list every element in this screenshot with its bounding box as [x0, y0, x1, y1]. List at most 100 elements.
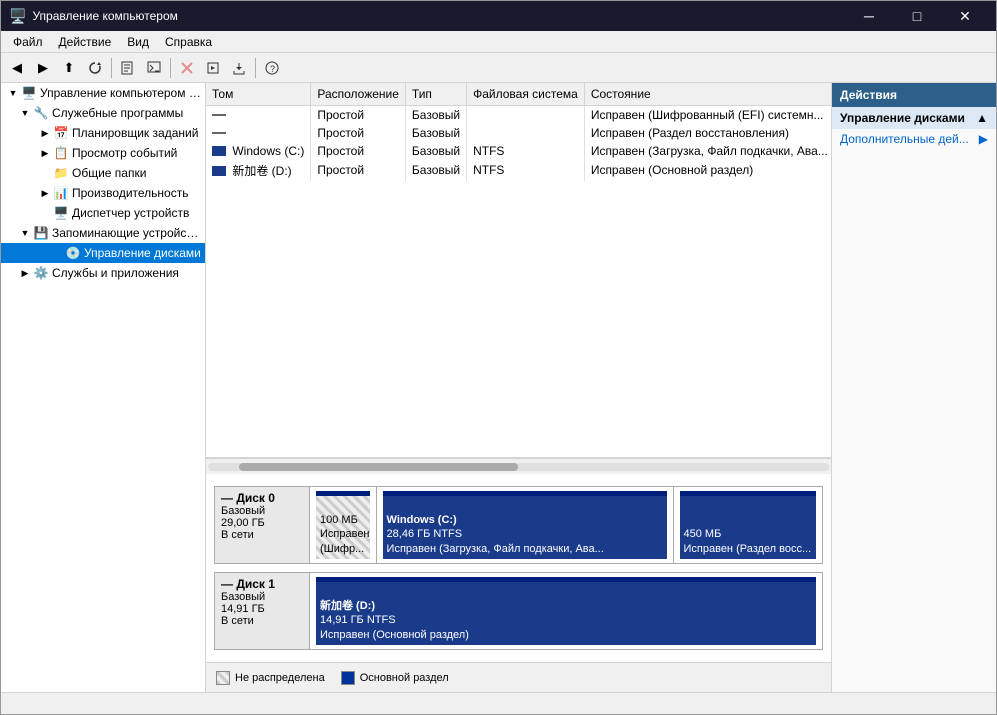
utilities-label: Служебные программы	[52, 106, 183, 120]
actions-section-label: Управление дисками	[840, 111, 965, 125]
disk-0-type: Базовый	[221, 505, 303, 517]
legend-primary: Основной раздел	[341, 671, 449, 685]
legend-bar: Не распределена Основной раздел	[206, 662, 831, 692]
utilities-icon: 🔧	[33, 105, 49, 121]
services-expander: ▶	[17, 265, 33, 281]
disk-0-part-windows[interactable]: Windows (C:) 28,46 ГБ NTFS Исправен (Заг…	[377, 487, 674, 563]
part-label-recovery: 450 МБ Исправен (Раздел восс...	[684, 527, 812, 556]
cell-tip: Базовый	[405, 105, 466, 124]
sidebar-item-utilities[interactable]: ▼ 🔧 Служебные программы	[1, 103, 205, 123]
actions-section-disk-mgmt[interactable]: Управление дисками ▲	[832, 107, 996, 129]
sidebar-root-label: Управление компьютером (л...	[40, 86, 201, 100]
title-bar-buttons: ─ □ ✕	[846, 1, 988, 31]
events-icon: 📋	[53, 145, 69, 161]
legend-box-unallocated	[216, 671, 230, 685]
import-icon	[206, 61, 220, 75]
table-row[interactable]: Простой Базовый Исправен (Раздел восстан…	[206, 124, 831, 142]
export-icon	[232, 61, 246, 75]
disk-1-status: В сети	[221, 615, 303, 627]
up-button[interactable]: ⬆	[57, 56, 81, 80]
services-icon: ⚙️	[33, 265, 49, 281]
disk-0-size: 29,00 ГБ	[221, 517, 303, 529]
maximize-button[interactable]: □	[894, 1, 940, 31]
utilities-expander: ▼	[17, 105, 33, 121]
actions-more-item[interactable]: Дополнительные дей... ▶	[832, 129, 996, 149]
toolbar-separator-1	[111, 58, 112, 78]
cell-fs: NTFS	[467, 142, 585, 160]
part-label-d: 新加卷 (D:) 14,91 ГБ NTFS Исправен (Основно…	[320, 599, 469, 642]
disk-0-row: — Диск 0 Базовый 29,00 ГБ В сети	[214, 486, 823, 564]
shared-label: Общие папки	[72, 166, 146, 180]
menu-view[interactable]: Вид	[119, 31, 157, 53]
sidebar-item-diskmgmt[interactable]: 💿 Управление дисками	[1, 243, 205, 263]
toolbar-separator-2	[170, 58, 171, 78]
sidebar-item-services[interactable]: ▶ ⚙️ Службы и приложения	[1, 263, 205, 283]
disk-table-area[interactable]: Том Расположение Тип Файловая система Со…	[206, 83, 831, 458]
sidebar-item-storage[interactable]: ▼ 💾 Запоминающие устройств...	[1, 223, 205, 243]
disk-1-info: — Диск 1 Базовый 14,91 ГБ В сети	[215, 573, 310, 649]
cell-rasp: Простой	[311, 105, 406, 124]
window-icon: 🖥️	[9, 8, 26, 25]
forward-button[interactable]: ▶	[31, 56, 55, 80]
sidebar-item-devmgr[interactable]: 🖥️ Диспетчер устройств	[1, 203, 205, 223]
part-blue-d: 新加卷 (D:) 14,91 ГБ NTFS Исправен (Основно…	[316, 582, 816, 645]
refresh-button[interactable]	[83, 56, 107, 80]
table-row[interactable]: 新加卷 (D:) Простой Базовый NTFS Исправен (…	[206, 160, 831, 181]
import-button[interactable]	[201, 56, 225, 80]
disk-0-status: В сети	[221, 529, 303, 541]
part-label-windows: Windows (C:) 28,46 ГБ NTFS Исправен (Заг…	[387, 513, 604, 556]
storage-expander: ▼	[17, 225, 33, 241]
console-button[interactable]	[142, 56, 166, 80]
help-button[interactable]: ?	[260, 56, 284, 80]
cell-fs	[467, 124, 585, 142]
toolbar-separator-3	[255, 58, 256, 78]
table-row[interactable]: Простой Базовый Исправен (Шифрованный (E…	[206, 105, 831, 124]
menu-action[interactable]: Действие	[51, 31, 120, 53]
disk-1-name: — Диск 1	[221, 577, 303, 591]
sidebar-item-perf[interactable]: ▶ 📊 Производительность	[1, 183, 205, 203]
sidebar-item-events[interactable]: ▶ 📋 Просмотр событий	[1, 143, 205, 163]
menu-file[interactable]: Файл	[5, 31, 51, 53]
perf-expander: ▶	[37, 185, 53, 201]
sidebar-item-shared[interactable]: 📁 Общие папки	[1, 163, 205, 183]
back-button[interactable]: ◀	[5, 56, 29, 80]
menu-help[interactable]: Справка	[157, 31, 220, 53]
disk-table: Том Расположение Тип Файловая система Со…	[206, 83, 831, 181]
disk-0-part-recovery[interactable]: 450 МБ Исправен (Раздел восс...	[674, 487, 823, 563]
col-fs: Файловая система	[467, 83, 585, 105]
sidebar-item-scheduler[interactable]: ▶ 📅 Планировщик заданий	[1, 123, 205, 143]
title-bar: 🖥️ Управление компьютером ─ □ ✕	[1, 1, 996, 31]
cell-tip: Базовый	[405, 124, 466, 142]
cell-tom	[206, 105, 311, 124]
disk-0-name: — Диск 0	[221, 491, 303, 505]
hscroll-area[interactable]	[206, 458, 831, 474]
delete-button[interactable]	[175, 56, 199, 80]
actions-header: Действия	[832, 83, 996, 107]
sidebar-root[interactable]: ▼ 🖥️ Управление компьютером (л...	[1, 83, 205, 103]
disk-0-info: — Диск 0 Базовый 29,00 ГБ В сети	[215, 487, 310, 563]
cell-fs: NTFS	[467, 160, 585, 181]
disk-1-part-d[interactable]: 新加卷 (D:) 14,91 ГБ NTFS Исправен (Основно…	[310, 573, 822, 649]
export-button[interactable]	[227, 56, 251, 80]
properties-button[interactable]	[116, 56, 140, 80]
legend-label-unallocated: Не распределена	[235, 672, 325, 684]
col-tip: Тип	[405, 83, 466, 105]
title-bar-left: 🖥️ Управление компьютером	[9, 8, 178, 25]
sidebar: ▼ 🖥️ Управление компьютером (л... ▼ 🔧 Сл…	[1, 83, 206, 692]
minimize-button[interactable]: ─	[846, 1, 892, 31]
scheduler-expander: ▶	[37, 125, 53, 141]
window-title: Управление компьютером	[32, 9, 177, 23]
shared-expander	[37, 165, 53, 181]
disk-1-row: — Диск 1 Базовый 14,91 ГБ В сети	[214, 572, 823, 650]
scheduler-label: Планировщик заданий	[72, 126, 198, 140]
root-expander: ▼	[5, 85, 21, 101]
cell-status: Исправен (Шифрованный (EFI) системн...	[584, 105, 831, 124]
close-button[interactable]: ✕	[942, 1, 988, 31]
cell-tip: Базовый	[405, 160, 466, 181]
cell-tom	[206, 124, 311, 142]
hscroll-track	[208, 463, 829, 471]
diskmgmt-icon: 💿	[65, 245, 81, 261]
table-row[interactable]: Windows (C:) Простой Базовый NTFS Исправ…	[206, 142, 831, 160]
disk-0-part-efi[interactable]: 100 МБ Исправен (Шифр...	[310, 487, 377, 563]
help-icon: ?	[265, 61, 279, 75]
